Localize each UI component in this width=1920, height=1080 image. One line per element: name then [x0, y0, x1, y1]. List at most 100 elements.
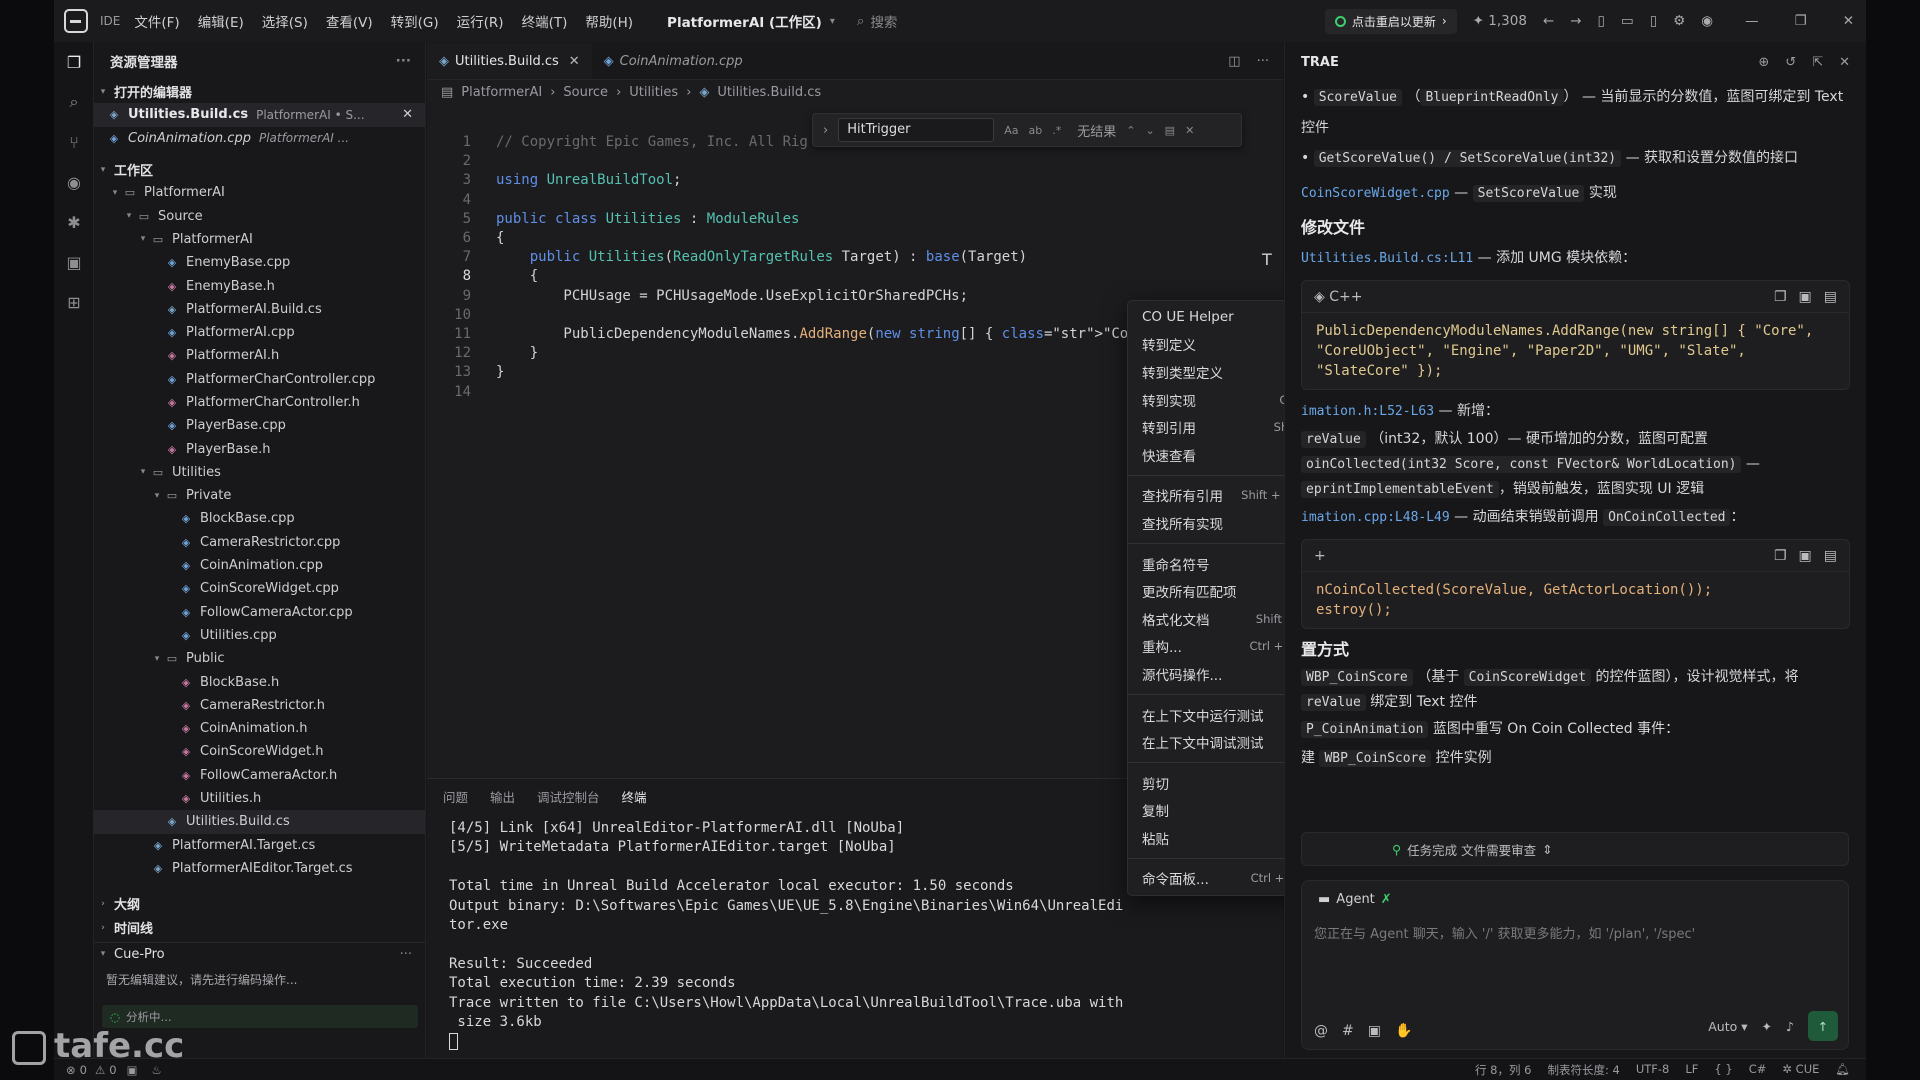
notifications-icon[interactable]: 🔔︎	[1835, 1062, 1850, 1078]
code-line[interactable]: public class Utilities : ModuleRules	[496, 211, 799, 227]
panel-tab[interactable]: 问题	[443, 787, 468, 806]
maximize-icon[interactable]: ❐	[1795, 13, 1807, 29]
copy-icon[interactable]: ❐	[1774, 541, 1787, 571]
find-in-selection-icon[interactable]: ▤	[1165, 124, 1175, 137]
tree-item[interactable]: ◈ FollowCameraActor.h	[94, 764, 425, 787]
menu-item[interactable]: 选择(S)	[262, 11, 308, 31]
send-button[interactable]: ↑	[1808, 1011, 1838, 1041]
menu-item[interactable]: 帮助(H)	[585, 11, 633, 31]
tree-item[interactable]: ◈ CoinAnimation.cpp	[94, 554, 425, 577]
tree-item[interactable]: ◈ PlayerBase.cpp	[94, 414, 425, 437]
cursor-position[interactable]: 行 8，列 6	[1475, 1062, 1531, 1078]
chevron-down-icon[interactable]: ▾	[830, 16, 835, 27]
hand-icon[interactable]: ✋	[1395, 1023, 1412, 1039]
tree-item[interactable]: ◈ PlatformerAI.Build.cs	[94, 298, 425, 321]
menu-item[interactable]: 查看(V)	[326, 11, 373, 31]
source-control-icon[interactable]: ⑂	[54, 122, 94, 162]
outline-section[interactable]: › 大纲	[94, 892, 426, 915]
tree-item[interactable]: ◈ EnemyBase.cpp	[94, 251, 425, 274]
layout-panel-icon[interactable]: ▭	[1621, 13, 1634, 29]
tree-item[interactable]: ◈ PlatformerAIEditor.Target.cs	[94, 857, 425, 880]
agent-selector[interactable]: ▬ Agent ✗	[1302, 881, 1848, 917]
history-icon[interactable]: ↺	[1785, 55, 1796, 70]
tree-item[interactable]: ◈ BlockBase.h	[94, 670, 425, 693]
more-icon[interactable]: ···	[396, 53, 411, 69]
encoding[interactable]: UTF-8	[1636, 1062, 1670, 1078]
open-editors-section[interactable]: ▾ 打开的编辑器	[94, 80, 425, 103]
extensions-icon[interactable]: ⊞	[54, 282, 94, 322]
tree-item[interactable]: ◈ CoinScoreWidget.cpp	[94, 577, 425, 600]
menu-item[interactable]: 运行(R)	[457, 11, 504, 31]
cue-section[interactable]: ▾ Cue-Pro ···	[94, 942, 426, 965]
new-chat-icon[interactable]: ⊕	[1758, 55, 1769, 70]
copy-icon[interactable]: ❐	[1774, 282, 1787, 312]
previous-match-icon[interactable]: ⌃	[1126, 124, 1135, 137]
tree-item[interactable]: ◈ PlatformerAI.cpp	[94, 321, 425, 344]
breadcrumb-item[interactable]: Utilities.Build.cs	[717, 85, 821, 100]
hash-icon[interactable]: #	[1342, 1023, 1354, 1039]
regex-icon[interactable]: .*	[1052, 124, 1061, 137]
debug-icon[interactable]: ✱	[54, 202, 94, 242]
sparkle-icon[interactable]: ✦	[1762, 1019, 1772, 1034]
microphone-icon[interactable]: ♪	[1786, 1019, 1794, 1034]
tree-item[interactable]: ◈ PlatformerAI.h	[94, 344, 425, 367]
task-status-bar[interactable]: ⚲ 任务完成 文件需要审查 ⇕	[1301, 832, 1849, 866]
close-window-icon[interactable]: ✕	[1843, 13, 1854, 29]
tree-item[interactable]: ▾ ▭ Private	[94, 484, 425, 507]
panel-tab[interactable]: 输出	[490, 787, 515, 806]
tree-item[interactable]: ◈ PlatformerCharController.h	[94, 391, 425, 414]
file-link[interactable]: Utilities.Build.cs:L11	[1301, 251, 1473, 266]
next-match-icon[interactable]: ⌄	[1145, 124, 1154, 137]
tree-item[interactable]: ▾ ▭ Utilities	[94, 461, 425, 484]
split-editor-icon[interactable]: ◫	[1228, 54, 1240, 69]
tree-item[interactable]: ▾ ▭ PlatformerAI	[94, 181, 425, 204]
braces-icon[interactable]: { }	[1714, 1062, 1732, 1078]
menu-item[interactable]: 文件(F)	[134, 11, 179, 31]
more-icon[interactable]: ···	[1257, 54, 1269, 69]
file-link[interactable]: imation.cpp:L48-L49	[1301, 510, 1450, 525]
code-line[interactable]: {	[496, 230, 504, 246]
tree-item[interactable]: ◈ PlayerBase.h	[94, 437, 425, 460]
file-link[interactable]: imation.h:L52-L63	[1301, 404, 1434, 419]
tree-item[interactable]: ◈ PlatformerCharController.cpp	[94, 368, 425, 391]
layout-right-icon[interactable]: ▯	[1650, 13, 1657, 29]
timeline-section[interactable]: › 时间线	[94, 916, 426, 939]
tree-item[interactable]: ◈ CameraRestrictor.h	[94, 694, 425, 717]
chevron-right-icon[interactable]: ›	[823, 123, 828, 138]
tree-item[interactable]: ◈ Utilities.h	[94, 787, 425, 810]
mention-icon[interactable]: @	[1314, 1023, 1328, 1039]
terminal-prompt[interactable]	[449, 1032, 1283, 1051]
code-line[interactable]: PCHUsage = PCHUsageMode.UseExplicitOrSha…	[496, 288, 968, 304]
menu-item[interactable]: 终端(T)	[522, 11, 568, 31]
code-line[interactable]: public Utilities(ReadOnlyTargetRules Tar…	[496, 249, 1027, 265]
more-icon[interactable]: ···	[400, 947, 412, 962]
tree-item[interactable]: ◈ Utilities.Build.cs	[94, 810, 425, 834]
search-icon[interactable]: ⌕	[54, 82, 94, 122]
file-link[interactable]: CoinScoreWidget.cpp	[1301, 186, 1450, 201]
explorer-icon[interactable]: ❐	[54, 42, 94, 82]
tree-item[interactable]: ◈ EnemyBase.h	[94, 274, 425, 297]
project-selector[interactable]: PlatformerAI (工作区)	[667, 11, 822, 31]
close-icon[interactable]: ✕	[569, 54, 580, 69]
tree-item[interactable]: ◈ BlockBase.cpp	[94, 507, 425, 530]
menu-item[interactable]: 转到(G)	[391, 11, 439, 31]
line-ending[interactable]: LF	[1685, 1062, 1698, 1078]
panel-tab[interactable]: 终端	[622, 787, 647, 806]
eye-icon[interactable]: ◉	[54, 162, 94, 202]
mode-selector[interactable]: Auto ▾	[1708, 1019, 1747, 1034]
tree-item[interactable]: ◈ CameraRestrictor.cpp	[94, 531, 425, 554]
code-line[interactable]: }	[496, 364, 504, 380]
tab-coin-animation[interactable]: ◈ CoinAnimation.cpp	[592, 43, 755, 79]
pop-out-icon[interactable]: ⇱	[1812, 55, 1823, 70]
whole-word-icon[interactable]: ab	[1028, 124, 1042, 137]
image-icon[interactable]: ▣	[1368, 1023, 1381, 1039]
code-line[interactable]: {	[496, 268, 538, 284]
command-search[interactable]: ⌕ 搜索	[857, 11, 898, 31]
close-icon[interactable]: ✕	[1839, 55, 1850, 70]
tab-utilities-build[interactable]: ◈ Utilities.Build.cs ✕	[427, 43, 592, 79]
back-arrow-icon[interactable]: ←	[1543, 13, 1554, 29]
cue-status[interactable]: ✲ CUE	[1782, 1062, 1819, 1078]
panel-tab[interactable]: 调试控制台	[537, 787, 600, 806]
workspace-section[interactable]: ▾ 工作区	[94, 158, 425, 181]
tree-item[interactable]: ◈ Utilities.cpp	[94, 624, 425, 647]
